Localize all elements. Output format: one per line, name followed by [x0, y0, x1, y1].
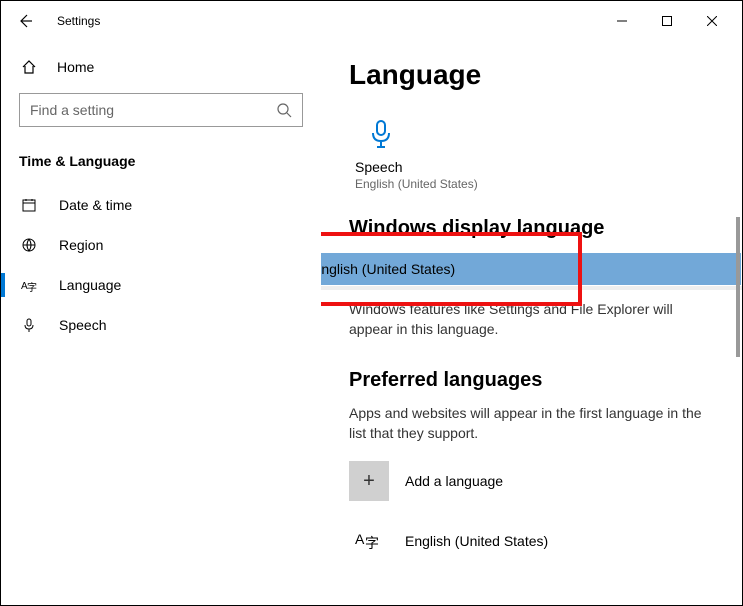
microphone-icon: [367, 119, 395, 151]
scrollbar[interactable]: [736, 217, 740, 357]
language-item[interactable]: A字 English (United States): [349, 521, 742, 561]
preferred-languages-header: Preferred languages: [349, 369, 742, 392]
add-language-label: Add a language: [405, 473, 503, 489]
calendar-icon: [21, 197, 37, 213]
display-language-dropdown[interactable]: English (United States): [321, 252, 742, 286]
window-title: Settings: [57, 14, 100, 28]
window-controls: [599, 6, 734, 36]
maximize-button[interactable]: [644, 6, 689, 36]
sidebar-item-label: Date & time: [59, 197, 132, 213]
minimize-button[interactable]: [599, 6, 644, 36]
titlebar: Settings: [1, 1, 742, 41]
sidebar-item-date-time[interactable]: Date & time: [1, 185, 321, 225]
language-icon: A字: [21, 277, 37, 293]
page-title: Language: [349, 59, 742, 91]
speech-tile-subtitle: English (United States): [355, 177, 742, 191]
maximize-icon: [662, 16, 672, 26]
language-icon: A字: [355, 530, 383, 552]
sidebar-item-label: Speech: [59, 317, 106, 333]
home-icon: [21, 59, 37, 75]
sidebar: Home Time & Language Date & time Region …: [1, 41, 321, 605]
search-icon: [276, 102, 292, 118]
sidebar-category: Time & Language: [1, 145, 321, 185]
sidebar-item-language[interactable]: A字 Language: [1, 265, 321, 305]
minimize-icon: [617, 16, 627, 26]
add-language-button[interactable]: + Add a language: [349, 461, 742, 501]
close-button[interactable]: [689, 6, 734, 36]
content: Language Speech English (United States) …: [321, 41, 742, 605]
sidebar-home[interactable]: Home: [1, 49, 321, 85]
close-icon: [707, 16, 717, 26]
preferred-languages-description: Apps and websites will appear in the fir…: [349, 404, 742, 443]
search-input[interactable]: [30, 102, 276, 118]
search-box[interactable]: [19, 93, 303, 127]
speech-tile-title: Speech: [355, 159, 742, 175]
display-language-description: Windows features like Settings and File …: [349, 300, 742, 339]
globe-icon: [21, 237, 37, 253]
dropdown-shadow: [321, 286, 742, 290]
svg-text:字: 字: [27, 281, 37, 293]
sidebar-home-label: Home: [57, 59, 94, 75]
svg-text:A: A: [355, 531, 365, 547]
sidebar-item-speech[interactable]: Speech: [1, 305, 321, 345]
display-language-header: Windows display language: [349, 217, 742, 240]
arrow-left-icon: [17, 13, 33, 29]
language-item-label: English (United States): [405, 533, 548, 549]
plus-icon: +: [349, 461, 389, 501]
back-button[interactable]: [9, 5, 41, 37]
sidebar-item-region[interactable]: Region: [1, 225, 321, 265]
speech-tile[interactable]: Speech English (United States): [349, 119, 742, 191]
sidebar-item-label: Region: [59, 237, 103, 253]
svg-text:字: 字: [365, 535, 379, 551]
sidebar-item-label: Language: [59, 277, 121, 293]
microphone-icon: [21, 317, 37, 333]
